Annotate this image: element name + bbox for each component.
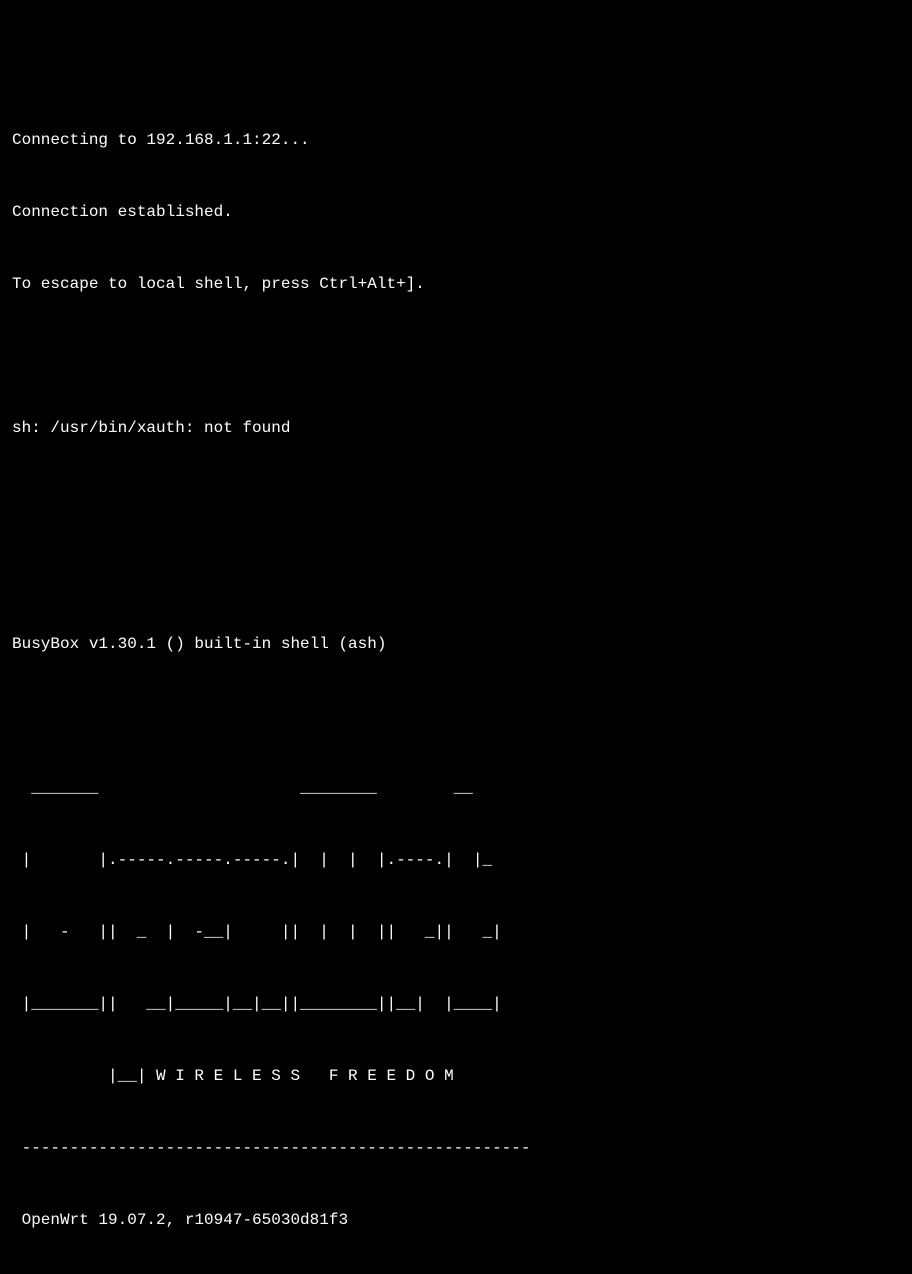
output-line: Connection established.	[12, 200, 900, 224]
output-line	[12, 560, 900, 584]
output-line: BusyBox v1.30.1 () built-in shell (ash)	[12, 632, 900, 656]
ascii-art-line: |__| W I R E L E S S F R E E D O M	[12, 1064, 900, 1088]
ascii-art-line: | |.-----.-----.-----.| | | |.----.| |_	[12, 848, 900, 872]
output-line	[12, 344, 900, 368]
ascii-art-line: _______ ________ __	[12, 776, 900, 800]
output-line	[12, 704, 900, 728]
output-line	[12, 56, 900, 80]
terminal-output[interactable]: Connecting to 192.168.1.1:22... Connecti…	[12, 8, 900, 1274]
ascii-art-line: |_______|| __|_____|__|__||________||__|…	[12, 992, 900, 1016]
output-line: Connecting to 192.168.1.1:22...	[12, 128, 900, 152]
version-line: OpenWrt 19.07.2, r10947-65030d81f3	[12, 1208, 900, 1232]
output-line: To escape to local shell, press Ctrl+Alt…	[12, 272, 900, 296]
ascii-art-line: | - || _ | -__| || | | || _|| _|	[12, 920, 900, 944]
output-line: sh: /usr/bin/xauth: not found	[12, 416, 900, 440]
divider-line: ----------------------------------------…	[12, 1136, 900, 1160]
output-line	[12, 488, 900, 512]
